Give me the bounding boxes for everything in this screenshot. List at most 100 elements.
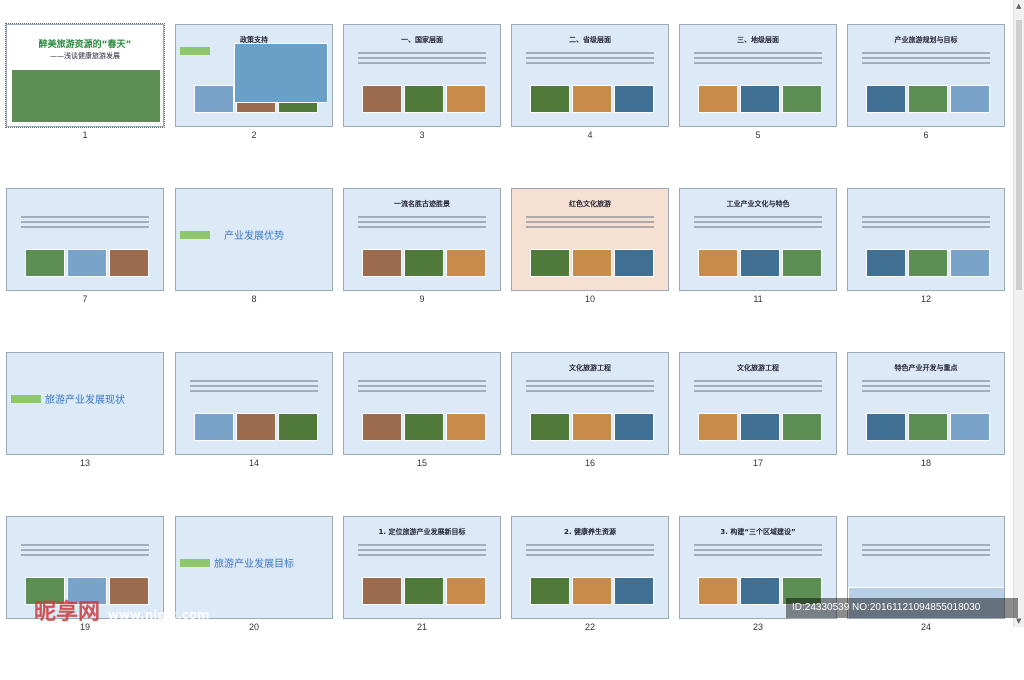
scroll-up-icon[interactable]: ▲	[1016, 2, 1021, 10]
slide-thumbnail[interactable]: 一流名胜古迹胜景	[343, 188, 501, 291]
slide-image	[362, 413, 402, 441]
slide-thumbnail-cell[interactable]: 二、省级层面 4	[505, 24, 675, 188]
slide-thumbnail-cell[interactable]: 醉美旅游资源的“春天” ——浅谈健康旅游发展 1	[0, 23, 170, 188]
slide-image	[11, 69, 161, 123]
slide-thumbnail[interactable]	[175, 352, 333, 455]
slide-thumbnail[interactable]	[343, 352, 501, 455]
slide-thumbnail[interactable]	[6, 188, 164, 291]
slide-title: 2. 健康养生资源	[564, 528, 616, 536]
slide-thumbnail[interactable]: 政策支持	[175, 24, 333, 127]
slide-thumbnail[interactable]: 特色产业开发与重点	[847, 352, 1005, 455]
slide-title: 二、省级层面	[569, 36, 611, 44]
slide-number: 8	[251, 294, 257, 304]
slide-thumbnail[interactable]: 一、国家层面	[343, 24, 501, 127]
slide-thumbnail-cell[interactable]: 1. 定位旅游产业发展新目标 21	[337, 516, 507, 680]
slide-image	[404, 413, 444, 441]
slide-image	[530, 577, 570, 605]
slide-thumbnail[interactable]: 2. 健康养生资源	[511, 516, 669, 619]
slide-image	[572, 249, 612, 277]
slide-thumbnail[interactable]: 文化旅游工程	[679, 352, 837, 455]
slide-image	[866, 413, 906, 441]
slide-thumbnail-cell[interactable]: 一、国家层面 3	[337, 24, 507, 188]
slide-number: 4	[587, 130, 593, 140]
slide-thumbnail[interactable]	[847, 188, 1005, 291]
slide-thumbnail-cell[interactable]: 12	[841, 188, 1011, 352]
slide-text-lines	[862, 213, 990, 231]
slide-thumbnail-cell[interactable]: 政策支持 2	[169, 24, 339, 188]
slide-thumbnail[interactable]: 工业产业文化与特色	[679, 188, 837, 291]
slide-thumbnail[interactable]: 二、省级层面	[511, 24, 669, 127]
slide-thumbnail-cell[interactable]: 工业产业文化与特色 11	[673, 188, 843, 352]
slide-number: 16	[584, 458, 595, 468]
slide-image	[698, 249, 738, 277]
vertical-scrollbar[interactable]: ▲ ▼	[1013, 0, 1024, 627]
slide-image	[614, 577, 654, 605]
slide-thumbnail-cell[interactable]: 7	[0, 188, 170, 352]
slide-thumbnail-cell[interactable]: 三、地级层面 5	[673, 24, 843, 188]
slide-image	[25, 249, 65, 277]
slide-image	[614, 249, 654, 277]
slide-text-lines	[694, 213, 822, 231]
slide-image	[362, 249, 402, 277]
slide-thumbnail-cell[interactable]: 文化旅游工程 17	[673, 352, 843, 516]
slide-text-lines	[358, 541, 486, 559]
slide-title: 一流名胜古迹胜景	[394, 200, 450, 208]
slide-text-lines	[694, 377, 822, 395]
slide-text-lines	[526, 541, 654, 559]
slide-number: 5	[755, 130, 761, 140]
slide-image	[530, 85, 570, 113]
slide-thumbnail-cell[interactable]: 一流名胜古迹胜景 9	[337, 188, 507, 352]
slide-image	[740, 249, 780, 277]
slide-image	[614, 413, 654, 441]
slide-thumbnail[interactable]: 旅游产业发展现状	[6, 352, 164, 455]
slide-thumbnail[interactable]: 产业发展优势	[175, 188, 333, 291]
slide-image	[109, 249, 149, 277]
slide-number: 7	[82, 294, 88, 304]
slide-image	[740, 413, 780, 441]
slide-thumbnail[interactable]: 文化旅游工程	[511, 352, 669, 455]
slide-image	[236, 413, 276, 441]
scroll-thumb[interactable]	[1016, 20, 1022, 290]
slide-thumbnail[interactable]: 红色文化旅游	[511, 188, 669, 291]
slide-thumbnail-cell[interactable]: 文化旅游工程 16	[505, 352, 675, 516]
slide-number: 21	[416, 622, 427, 632]
scroll-down-icon[interactable]: ▼	[1016, 617, 1021, 625]
slide-image	[782, 249, 822, 277]
slide-title: 工业产业文化与特色	[726, 200, 790, 208]
slide-subtitle: ——浅谈健康旅游发展	[50, 52, 120, 60]
slide-text-lines	[694, 49, 822, 67]
slide-thumbnail-cell[interactable]: 产业发展优势 8	[169, 188, 339, 352]
slide-thumbnail-cell[interactable]: 特色产业开发与重点 18	[841, 352, 1011, 516]
slide-thumbnail[interactable]: 产业旅游规划与目标	[847, 24, 1005, 127]
slide-image	[950, 413, 990, 441]
slide-number: 9	[419, 294, 425, 304]
slide-thumbnail-cell[interactable]: 红色文化旅游 10	[505, 188, 675, 352]
slide-thumbnail-cell[interactable]: 2. 健康养生资源 22	[505, 516, 675, 680]
slide-thumbnail-cell[interactable]: 14	[169, 352, 339, 516]
accent-bar	[180, 559, 210, 567]
watermark-brand: 昵享网 www.nipic.com	[34, 600, 210, 625]
slide-thumbnail-cell[interactable]: 15	[337, 352, 507, 516]
slide-image	[908, 85, 948, 113]
slide-thumbnail[interactable]: 1. 定位旅游产业发展新目标	[343, 516, 501, 619]
slide-image	[866, 85, 906, 113]
slide-title: 1. 定位旅游产业发展新目标	[378, 528, 466, 536]
slide-image	[404, 577, 444, 605]
slide-image	[362, 577, 402, 605]
slide-thumbnail[interactable]: 三、地级层面	[679, 24, 837, 127]
slide-image	[572, 413, 612, 441]
slide-image	[698, 413, 738, 441]
slide-title: 产业旅游规划与目标	[894, 36, 958, 44]
slide-number: 12	[920, 294, 931, 304]
slide-thumbnail[interactable]: 醉美旅游资源的“春天” ——浅谈健康旅游发展	[5, 23, 165, 128]
slide-image	[404, 249, 444, 277]
slide-image	[950, 249, 990, 277]
slide-number: 3	[419, 130, 425, 140]
slide-number: 18	[920, 458, 931, 468]
slide-thumbnail-cell[interactable]: 旅游产业发展现状 13	[0, 352, 170, 516]
slide-title: 特色产业开发与重点	[894, 364, 958, 372]
slide-thumbnail-cell[interactable]: 产业旅游规划与目标 6	[841, 24, 1011, 188]
slide-image	[194, 413, 234, 441]
slide-text-lines	[21, 213, 149, 231]
slide-image	[67, 249, 107, 277]
